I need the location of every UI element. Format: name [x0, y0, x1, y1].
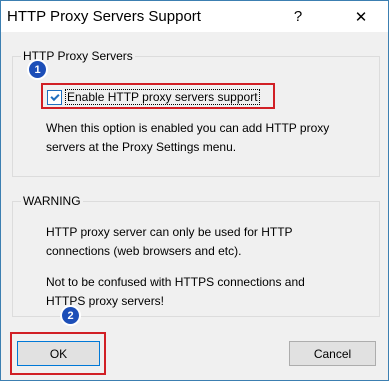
proxy-description-line-1: When this option is enabled you can add … [46, 121, 330, 135]
groupbox-title-warning: WARNING [21, 194, 83, 208]
enable-proxy-checkbox[interactable] [47, 89, 62, 105]
http-proxy-groupbox: HTTP Proxy Servers [12, 49, 380, 177]
ok-button[interactable]: OK [17, 341, 100, 366]
close-icon: ✕ [354, 8, 368, 26]
warning-text: HTTP proxy server can only be used for H… [46, 223, 346, 311]
checkmark-icon [49, 91, 60, 101]
proxy-description: When this option is enabled you can add … [46, 119, 346, 157]
warning-line-4: HTTPS proxy servers! [46, 294, 165, 308]
warning-line-3: Not to be confused with HTTPS connection… [46, 275, 305, 289]
annotation-badge-1: 1 [29, 61, 46, 78]
close-button[interactable]: ✕ [339, 1, 383, 32]
proxy-description-line-2: servers at the Proxy Settings menu. [46, 140, 237, 154]
window-title: HTTP Proxy Servers Support [7, 8, 201, 25]
help-button[interactable]: ? [276, 1, 320, 32]
enable-proxy-checkbox-label[interactable]: Enable HTTP proxy servers support [65, 89, 260, 105]
warning-line-1: HTTP proxy server can only be used for H… [46, 225, 293, 239]
dialog-window: HTTP Proxy Servers Support ? ✕ HTTP Prox… [0, 0, 389, 381]
cancel-button[interactable]: Cancel [289, 341, 376, 366]
annotation-badge-2: 2 [62, 307, 79, 324]
title-bar: HTTP Proxy Servers Support ? ✕ [1, 1, 388, 32]
help-icon: ? [293, 8, 303, 25]
warning-line-2: connections (web browsers and etc). [46, 244, 242, 258]
enable-proxy-checkbox-row[interactable]: Enable HTTP proxy servers support [47, 89, 260, 105]
